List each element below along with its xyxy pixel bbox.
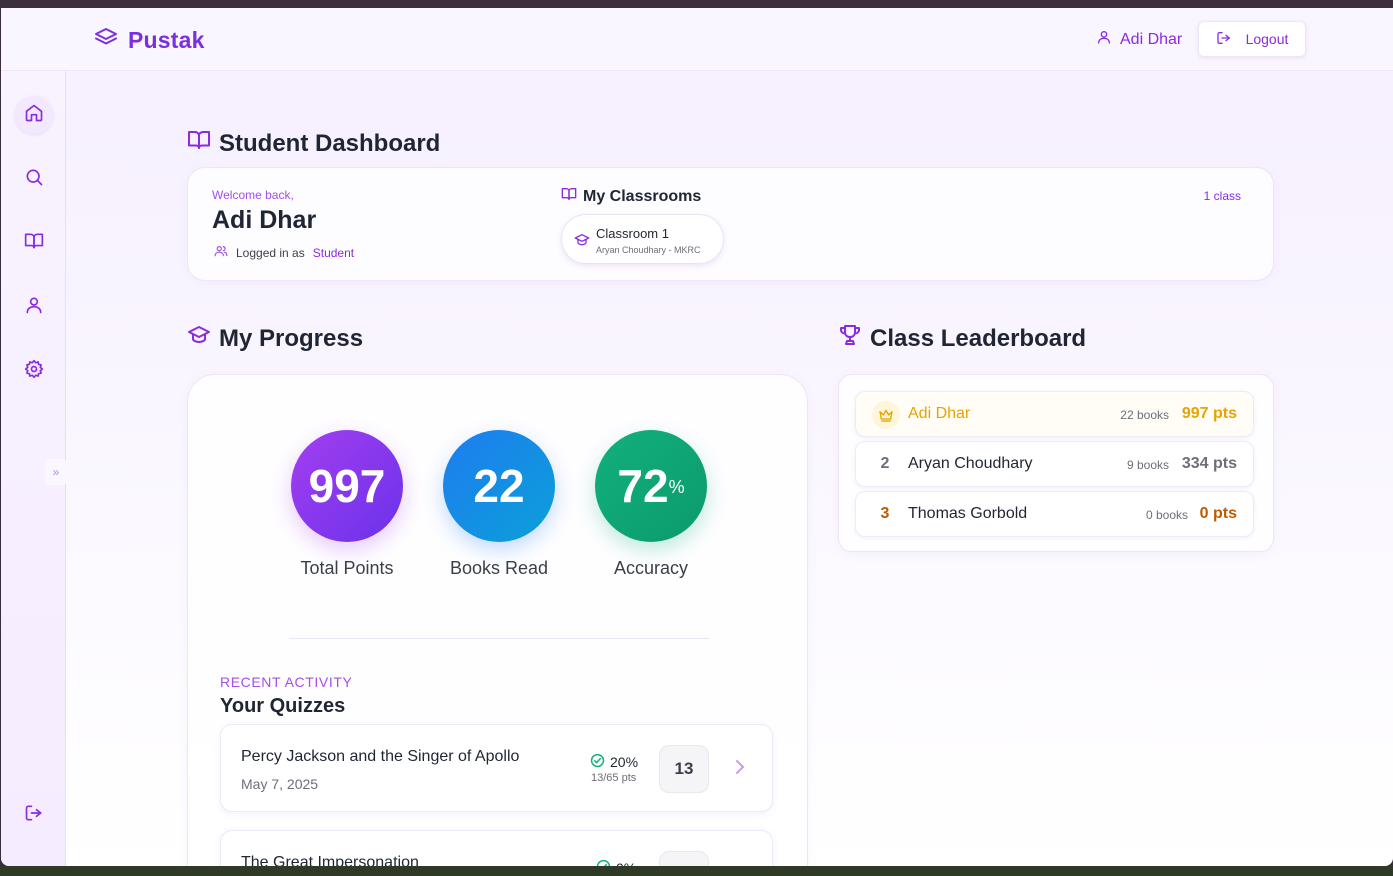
quiz-score-badge: 13 xyxy=(659,745,709,793)
quiz-title: Percy Jackson and the Singer of Apollo xyxy=(241,748,520,765)
chevron-right-icon[interactable] xyxy=(733,758,747,781)
leaderboard-card: Adi Dhar 22 books 997 pts 2 Aryan Choudh… xyxy=(838,374,1274,552)
quiz-percent: 0% xyxy=(596,859,636,866)
gear-icon xyxy=(24,359,44,384)
role-label: Student xyxy=(312,245,355,260)
top-header: Pustak Adi Dhar Logout xyxy=(1,8,1393,71)
leaderboard-books: 0 books xyxy=(1145,508,1188,522)
leaderboard-row[interactable]: Adi Dhar 22 books 997 pts xyxy=(855,391,1254,437)
crown-icon xyxy=(872,401,900,429)
book-open-icon xyxy=(24,231,44,256)
quiz-score-badge xyxy=(659,851,709,866)
quiz-percent: 20% xyxy=(590,753,638,771)
dashboard-title: Student Dashboard xyxy=(187,128,440,159)
logout-label: Logout xyxy=(1245,31,1289,47)
classrooms-title-text: My Classrooms xyxy=(583,187,702,205)
progress-card: 997 Total Points 22 Books Read 72% Accur… xyxy=(187,374,808,866)
leaderboard-rank: 3 xyxy=(880,505,890,522)
leaderboard-name: Thomas Gorbold xyxy=(908,505,1028,522)
accuracy-label: Accuracy xyxy=(613,558,689,578)
logout-button[interactable]: Logout xyxy=(1198,21,1306,57)
logged-in-role: Logged in as Student xyxy=(214,244,354,261)
brand-logo[interactable]: Pustak xyxy=(94,26,205,55)
leaderboard-points: 0 pts xyxy=(1199,505,1237,522)
classrooms-title: My Classrooms xyxy=(561,186,701,207)
dashboard-title-text: Student Dashboard xyxy=(219,129,441,157)
check-circle-icon xyxy=(596,859,611,866)
leaderboard-row[interactable]: 3 Thomas Gorbold 0 books 0 pts xyxy=(855,491,1254,537)
window-top-strip xyxy=(0,0,1393,8)
quiz-card[interactable]: Percy Jackson and the Singer of Apollo M… xyxy=(220,724,773,812)
sidebar-item-profile[interactable] xyxy=(15,288,53,326)
user-icon xyxy=(24,295,44,320)
user-icon xyxy=(1096,29,1112,50)
leaderboard-points: 334 pts xyxy=(1181,455,1237,472)
quiz-percent-value: 20% xyxy=(610,754,639,770)
progress-title: My Progress xyxy=(187,323,363,354)
classroom-name: Classroom 1 xyxy=(596,226,669,241)
leaderboard-title: Class Leaderboard xyxy=(838,323,1086,354)
section-divider xyxy=(289,638,709,639)
accuracy-suffix: % xyxy=(668,476,685,497)
sidebar-expand-button[interactable]: » xyxy=(45,459,67,485)
graduation-cap-icon xyxy=(187,323,211,354)
recent-activity-label: RECENT ACTIVITY xyxy=(220,674,353,690)
trophy-icon xyxy=(838,323,862,354)
leaderboard-name: Adi Dhar xyxy=(908,405,971,422)
welcome-card: Welcome back, Adi Dhar Logged in as Stud… xyxy=(187,167,1274,281)
welcome-greeting: Welcome back, xyxy=(212,188,294,202)
desktop-background-strip xyxy=(0,866,1393,876)
welcome-user-name: Adi Dhar xyxy=(212,206,317,234)
total-points-value: 997 xyxy=(308,460,386,512)
leaderboard-books: 9 books xyxy=(1126,458,1169,472)
leaderboard-title-text: Class Leaderboard xyxy=(870,324,1087,352)
sidebar-item-search[interactable] xyxy=(15,160,53,198)
brand-name: Pustak xyxy=(128,27,205,53)
sidebar: » xyxy=(1,71,67,866)
home-icon xyxy=(24,103,44,128)
users-icon xyxy=(214,244,228,261)
sidebar-item-home[interactable] xyxy=(15,96,53,134)
quiz-percent-value: 0% xyxy=(616,860,636,866)
class-count: 1 class xyxy=(1203,189,1241,203)
quizzes-title: Your Quizzes xyxy=(220,695,346,717)
accuracy-value: 72 xyxy=(617,460,669,512)
check-circle-icon xyxy=(590,753,605,771)
quiz-title: The Great Impersonation xyxy=(241,854,419,866)
progress-title-text: My Progress xyxy=(219,324,364,352)
app-window: Pustak Adi Dhar Logout » Student Dashboa… xyxy=(1,8,1393,866)
quiz-date: May 7, 2025 xyxy=(241,776,319,792)
leaderboard-name: Aryan Choudhary xyxy=(908,455,1033,472)
logout-icon xyxy=(1216,30,1232,49)
sidebar-item-settings[interactable] xyxy=(15,352,53,390)
user-name: Adi Dhar xyxy=(1120,30,1183,48)
sidebar-item-books[interactable] xyxy=(15,224,53,262)
search-icon xyxy=(24,167,44,192)
leaderboard-points: 997 pts xyxy=(1181,405,1237,422)
leaderboard-rank: 2 xyxy=(880,455,890,472)
quiz-points: 13/65 pts xyxy=(591,772,637,784)
quiz-card[interactable]: The Great Impersonation 0% xyxy=(220,830,773,866)
total-points-circle: 997 xyxy=(291,430,403,542)
logged-in-prefix: Logged in as xyxy=(236,245,305,260)
classroom-chip[interactable]: Classroom 1 Aryan Choudhary - MKRC xyxy=(561,214,724,264)
book-open-icon xyxy=(561,186,577,207)
books-read-circle: 22 xyxy=(443,430,555,542)
leaderboard-books: 22 books xyxy=(1120,408,1169,422)
leaderboard-row[interactable]: 2 Aryan Choudhary 9 books 334 pts xyxy=(855,441,1254,487)
classroom-teacher: Aryan Choudhary - MKRC xyxy=(596,245,701,255)
book-open-icon xyxy=(187,128,211,159)
layers-icon xyxy=(94,26,118,55)
logout-icon xyxy=(24,803,44,828)
books-read-value: 22 xyxy=(473,460,525,512)
books-read-label: Books Read xyxy=(449,558,549,578)
user-profile-link[interactable]: Adi Dhar xyxy=(1096,29,1182,50)
graduation-cap-icon xyxy=(574,232,590,253)
sidebar-item-logout[interactable] xyxy=(15,796,53,834)
accuracy-circle: 72% xyxy=(595,430,707,542)
total-points-label: Total Points xyxy=(300,558,394,578)
